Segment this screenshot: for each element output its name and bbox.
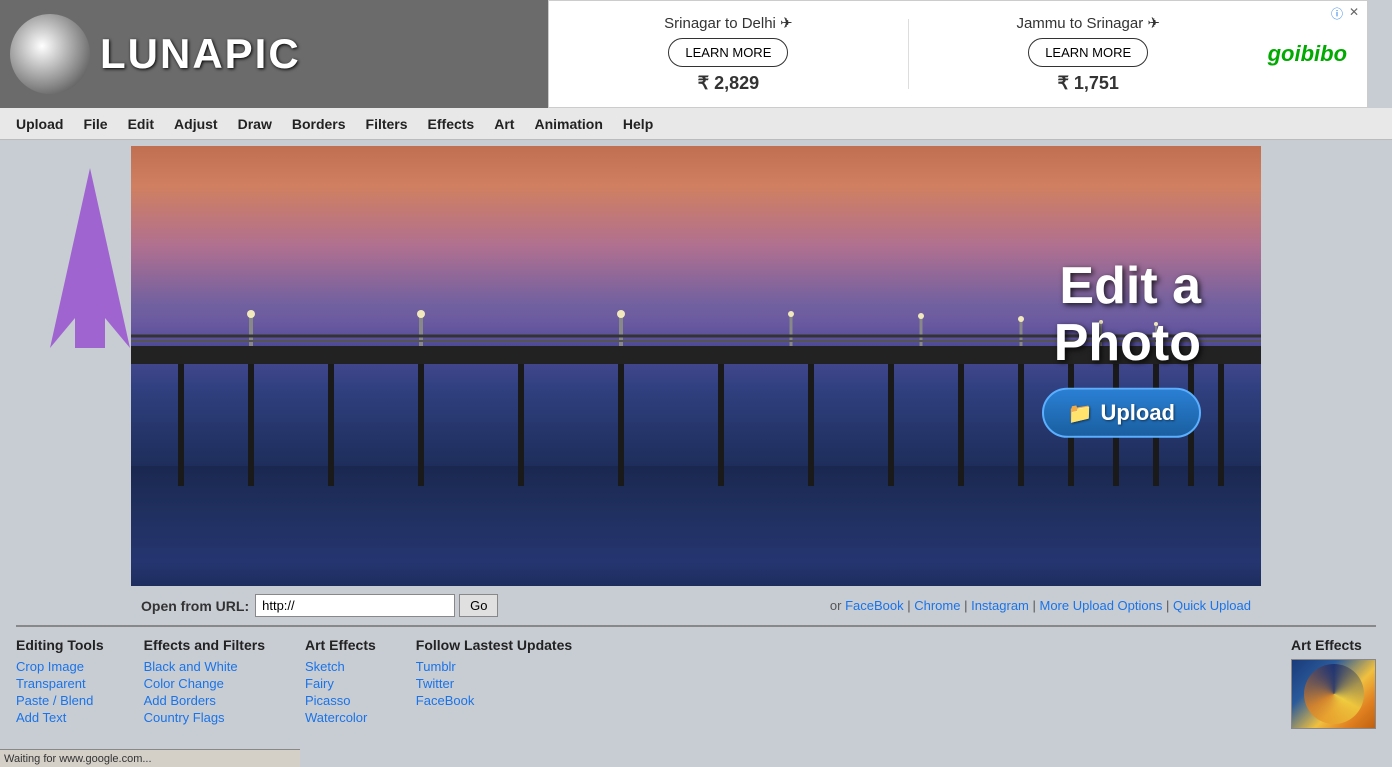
statusbar-text: Waiting for www.google.com... [4,753,152,765]
footer-link-crop[interactable]: Crop Image [16,659,104,674]
footer-link-color-change[interactable]: Color Change [144,676,265,691]
ad-price2: ₹ 1,751 [1057,73,1119,94]
upload-links: or FaceBook | Chrome | Instagram | More … [830,598,1251,613]
footer-link-tumblr[interactable]: Tumblr [416,659,572,674]
hero-container: Edit aPhoto 📁 Upload [131,146,1261,586]
footer-link-twitter[interactable]: Twitter [416,676,572,691]
hero-title: Edit aPhoto [1042,258,1201,372]
url-bar: Open from URL: Go or FaceBook | Chrome |… [131,586,1261,625]
nav-draw[interactable]: Draw [228,112,282,136]
ad-route1-text: Srinagar to Delhi ✈ [664,14,792,32]
nav-effects[interactable]: Effects [418,112,485,136]
nav-art[interactable]: Art [484,112,524,136]
more-upload-options-link[interactable]: More Upload Options [1040,598,1163,613]
nav-edit[interactable]: Edit [118,112,164,136]
hero-upload-button[interactable]: 📁 Upload [1042,388,1201,438]
ad-price1: ₹ 2,829 [698,73,760,94]
ad-banner: ⓘ ✕ Srinagar to Delhi ✈ LEARN MORE ₹ 2,8… [548,0,1368,108]
facebook-upload-link[interactable]: FaceBook [845,598,904,613]
art-effects-box: Art Effects [1291,637,1376,729]
footer-links: Editing Tools Crop Image Transparent Pas… [6,637,1386,739]
footer-link-watercolor[interactable]: Watercolor [305,710,376,725]
footer-col-art: Art Effects Sketch Fairy Picasso Waterco… [305,637,376,729]
nav-upload[interactable]: Upload [6,112,73,136]
footer-link-add-text[interactable]: Add Text [16,710,104,725]
hero-text-block: Edit aPhoto 📁 Upload [1042,258,1201,438]
nav-filters[interactable]: Filters [356,112,418,136]
main-content: Edit aPhoto 📁 Upload Open from URL: Go o… [0,140,1392,745]
footer-col-editing-tools: Editing Tools Crop Image Transparent Pas… [16,637,104,729]
nav-borders[interactable]: Borders [282,112,356,136]
section-divider [16,625,1376,627]
logo-icon [10,14,90,94]
footer-col-effects: Effects and Filters Black and White Colo… [144,637,265,729]
footer-link-country-flags[interactable]: Country Flags [144,710,265,725]
footer-art-title: Art Effects [305,637,376,653]
ad-learn-more-1[interactable]: LEARN MORE [668,38,788,67]
logo-text: LUNAPIC [100,30,301,78]
url-label: Open from URL: [141,598,249,614]
ad-close-button[interactable]: ✕ [1349,5,1359,19]
ad-brand: goibibo [1248,41,1347,67]
footer-link-facebook[interactable]: FaceBook [416,693,572,708]
instagram-upload-link[interactable]: Instagram [971,598,1029,613]
footer-link-fairy[interactable]: Fairy [305,676,376,691]
footer-link-sketch[interactable]: Sketch [305,659,376,674]
ad-route1: Srinagar to Delhi ✈ LEARN MORE ₹ 2,829 [569,14,888,94]
nav-adjust[interactable]: Adjust [164,112,228,136]
ad-route2-text: Jammu to Srinagar ✈ [1016,14,1159,32]
footer-link-add-borders[interactable]: Add Borders [144,693,265,708]
ad-route2: Jammu to Srinagar ✈ LEARN MORE ₹ 1,751 [929,14,1248,94]
art-swirl [1304,664,1364,724]
art-effects-box-title: Art Effects [1291,637,1376,653]
footer-col-follow: Follow Lastest Updates Tumblr Twitter Fa… [416,637,572,729]
url-input[interactable] [255,594,455,617]
footer-link-bw[interactable]: Black and White [144,659,265,674]
or-text: or [830,598,842,613]
navbar: Upload File Edit Adjust Draw Borders Fil… [0,108,1392,140]
footer-link-transparent[interactable]: Transparent [16,676,104,691]
url-go-button[interactable]: Go [459,594,498,617]
hero-upload-label: Upload [1100,400,1175,426]
nav-animation[interactable]: Animation [524,112,612,136]
upload-folder-icon: 📁 [1068,401,1093,426]
nav-file[interactable]: File [73,112,117,136]
quick-upload-link[interactable]: Quick Upload [1173,598,1251,613]
footer-follow-title: Follow Lastest Updates [416,637,572,653]
footer-effects-title: Effects and Filters [144,637,265,653]
ad-info-icon[interactable]: ⓘ [1331,5,1343,22]
footer-editing-title: Editing Tools [16,637,104,653]
ad-divider [908,19,909,89]
footer-link-paste-blend[interactable]: Paste / Blend [16,693,104,708]
chrome-upload-link[interactable]: Chrome [914,598,960,613]
art-thumbnail [1291,659,1376,729]
nav-help[interactable]: Help [613,112,663,136]
footer-link-picasso[interactable]: Picasso [305,693,376,708]
statusbar: Waiting for www.google.com... [0,749,300,767]
ad-learn-more-2[interactable]: LEARN MORE [1028,38,1148,67]
